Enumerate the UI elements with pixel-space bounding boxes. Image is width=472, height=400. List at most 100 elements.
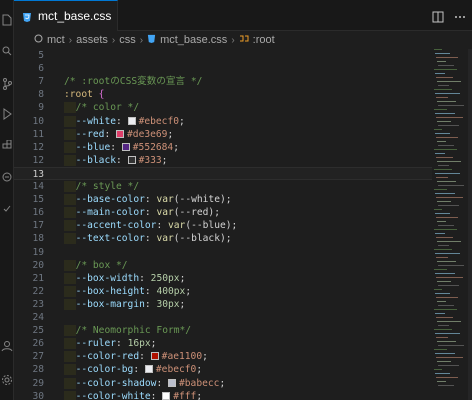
code-line[interactable]: 29 --color-shadow: #babecc; (14, 377, 432, 390)
minimap-line (435, 233, 445, 234)
code-token (64, 285, 76, 297)
minimap-line (434, 109, 447, 110)
code-line[interactable]: 12 --black: #333; (14, 154, 432, 167)
more-actions-icon[interactable] (454, 8, 466, 27)
code-line[interactable]: 30 --color-white: #fff; (14, 390, 432, 400)
minimap[interactable] (432, 49, 468, 400)
split-editor-icon[interactable] (432, 8, 444, 27)
code-token: ; (196, 364, 203, 376)
line-number: 25 (32, 325, 44, 337)
code-token: #ebecf0 (155, 364, 197, 376)
breadcrumb-item-css[interactable]: css (119, 34, 136, 46)
code-line[interactable]: 28 --color-bg: #ebecf0; (14, 363, 432, 376)
breadcrumb-item-mct[interactable]: mct (47, 34, 65, 46)
code-token: ; (179, 298, 186, 310)
minimap-line (434, 309, 457, 310)
code-line[interactable]: 9 /* color */ (14, 101, 432, 114)
code-line[interactable]: 16 --main-color: var(--red); (14, 206, 432, 219)
color-swatch-icon[interactable] (127, 116, 136, 125)
account-icon[interactable] (0, 340, 14, 352)
color-swatch-icon[interactable] (127, 155, 136, 164)
code-line[interactable]: 18 --text-color: var(--black); (14, 232, 432, 245)
code-line[interactable]: 7 /* :rootのCSS変数の宣言 */ (14, 75, 432, 88)
color-swatch-icon[interactable] (121, 142, 130, 151)
code-token: /* color */ (75, 102, 140, 114)
code-line[interactable]: 5 (14, 49, 432, 62)
code-line[interactable]: 14 /* style */ (14, 180, 432, 193)
code-token: --box-height (75, 285, 145, 297)
code-line[interactable]: 12 --blue: #552684; (14, 141, 432, 154)
code-line[interactable]: 10 --white: #ebecf0; (14, 115, 432, 128)
code-token (64, 233, 76, 245)
code-token: /* :rootのCSS変数の宣言 */ (64, 76, 203, 88)
code-line[interactable]: 23 --box-margin: 30px; (14, 298, 432, 311)
minimap-line (437, 61, 446, 62)
code-line[interactable]: 17 --accent-color: var(--blue); (14, 219, 432, 232)
code-token (64, 338, 76, 350)
code-token: --text-color (75, 233, 145, 245)
code-line[interactable]: 20 /* box */ (14, 259, 432, 272)
code-line[interactable]: 13 (14, 166, 432, 180)
source-control-icon[interactable] (0, 78, 14, 90)
code-token: : (139, 272, 151, 284)
code-token: #de3e69 (127, 128, 168, 140)
breadcrumb-item-file[interactable]: mct_base.css (160, 34, 227, 46)
code-line[interactable]: 22 --box-height: 400px; (14, 285, 432, 298)
minimap-line (437, 361, 451, 362)
extensions-icon[interactable] (0, 140, 14, 150)
minimap-line (436, 197, 463, 198)
minimap-line (436, 257, 448, 258)
code-line[interactable]: 21 --box-width: 250px; (14, 272, 432, 285)
code-token: :root (64, 89, 93, 101)
code-line[interactable]: 19 (14, 246, 432, 259)
code-token (64, 128, 76, 140)
minimap-line (434, 149, 457, 150)
color-swatch-icon[interactable] (162, 391, 171, 400)
vertical-scrollbar[interactable] (468, 49, 472, 400)
line-number: 27 (32, 351, 44, 363)
minimap-line (435, 113, 455, 114)
code-line[interactable]: 27 --color-red: #ae1100; (14, 350, 432, 363)
remote-icon[interactable] (0, 172, 14, 182)
code-text: /* color */ (64, 101, 139, 114)
minimap-line (435, 273, 455, 274)
code-text: --box-height: 400px; (64, 285, 191, 298)
code-editor[interactable]: 5 6 7/* :rootのCSS変数の宣言 */8:root {9 /* colo… (14, 49, 432, 400)
color-swatch-icon[interactable] (144, 365, 153, 374)
breadcrumb-item-assets[interactable]: assets (76, 34, 108, 46)
line-number: 22 (32, 285, 44, 297)
minimap-line (438, 325, 449, 326)
code-line[interactable]: 8:root { (14, 88, 432, 101)
run-debug-icon[interactable] (0, 108, 14, 120)
settings-gear-icon[interactable] (0, 374, 14, 386)
tab-mct-base-css[interactable]: mct_base.css (14, 0, 118, 31)
minimap-line (436, 157, 453, 158)
code-line[interactable]: 26 --ruler: 16px; (14, 337, 432, 350)
code-line[interactable]: 15 --base-color: var(--white); (14, 193, 432, 206)
color-swatch-icon[interactable] (150, 352, 159, 361)
color-swatch-icon[interactable] (116, 129, 125, 138)
minimap-line (434, 349, 447, 350)
folder-icon (34, 34, 43, 46)
color-swatch-icon[interactable] (168, 378, 176, 387)
code-token: #fff (173, 390, 197, 400)
code-text: --accent-color: var(--blue); (64, 219, 237, 232)
minimap-line (436, 137, 458, 138)
minimap-line (434, 289, 442, 290)
code-line[interactable]: 11 --red: #de3e69; (14, 128, 432, 141)
code-line[interactable]: 25 /* Neomorphic Form*/ (14, 324, 432, 337)
code-token: ; (196, 390, 203, 400)
breadcrumb-item-root[interactable]: :root (253, 34, 275, 46)
code-token: : (116, 338, 128, 350)
code-token: var (156, 207, 174, 219)
explorer-icon[interactable] (0, 14, 14, 26)
minimap-line (435, 153, 445, 154)
code-token: /* box */ (75, 259, 128, 271)
code-token: ; (185, 285, 192, 297)
testing-icon[interactable] (0, 204, 14, 214)
code-token: #333 (138, 154, 162, 166)
code-line[interactable]: 24 (14, 311, 432, 324)
code-line[interactable]: 6 (14, 62, 432, 75)
search-icon[interactable] (0, 46, 14, 56)
code-text: /* :rootのCSS変数の宣言 */ (64, 75, 202, 88)
